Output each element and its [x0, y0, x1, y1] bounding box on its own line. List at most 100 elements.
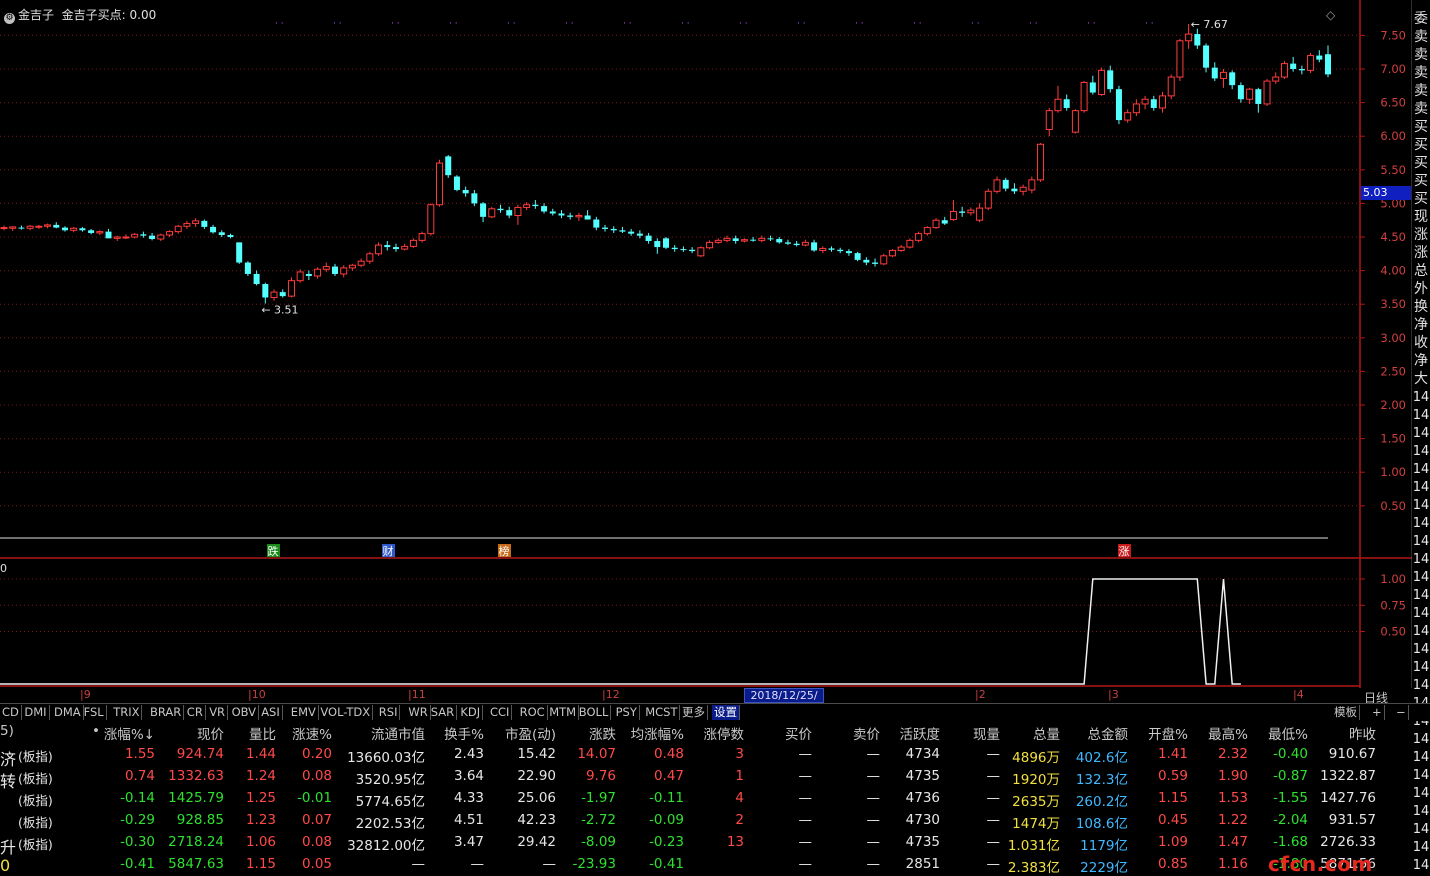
cell-avg: -0.23 — [649, 834, 684, 850]
column-header[interactable]: 买价 — [760, 723, 812, 743]
column-header[interactable]: 开盘% — [1134, 723, 1188, 743]
indicator-chart[interactable]: 1.00 0.75 0.50 0 — [0, 560, 1412, 688]
column-header[interactable]: 活跃度 — [886, 723, 941, 743]
candlestick — [1054, 85, 1062, 113]
cell-bid: — — [798, 812, 813, 828]
column-header[interactable]: 量比 — [230, 723, 276, 743]
candlestick — [401, 243, 409, 251]
table-row[interactable]: (板指) -0.29 928.85 1.23 0.07 2202.53亿 4.51 42.23… — [0, 809, 1412, 832]
indicator-tab-cd[interactable]: CD — [0, 705, 22, 720]
cell-open: 0.59 — [1157, 768, 1188, 784]
column-header[interactable]: 昨收 — [1312, 723, 1376, 743]
side-panel-label: 14 — [1412, 750, 1430, 765]
column-header[interactable]: 5) — [0, 723, 14, 739]
candle-body — [332, 266, 338, 274]
table-row[interactable]: (板指) -0.14 1425.79 1.25 -0.01 5774.65亿 4.33 25.… — [0, 787, 1412, 810]
candle-body — [35, 225, 43, 228]
column-header[interactable]: 最高% — [1194, 723, 1248, 743]
indicator-tab-boll[interactable]: BOLL — [577, 705, 612, 720]
column-header[interactable]: 卖价 — [830, 723, 880, 743]
column-header[interactable]: 涨停数 — [690, 723, 745, 743]
indicator-tab-asi[interactable]: ASI — [259, 705, 283, 720]
table-row[interactable]: 转 (板指) 0.74 1332.63 1.24 0.08 3520.95亿 3.64 22.9… — [0, 765, 1412, 791]
candlestick — [1028, 176, 1036, 194]
cell-avg: -0.41 — [649, 856, 684, 872]
indicator-tab-wr[interactable]: WR — [406, 705, 431, 720]
price-tick-label: 1.00 — [1380, 465, 1406, 479]
candle-body — [1107, 70, 1114, 90]
candle-body — [401, 245, 409, 250]
table-row[interactable]: 济 (板指) 1.55 924.74 1.44 0.20 13660.03亿 2.43 15.4… — [0, 743, 1412, 769]
column-header[interactable]: 流通市值 — [335, 723, 425, 743]
candle-body — [61, 227, 68, 231]
indicator-tab-mcst[interactable]: MCST — [643, 705, 681, 720]
indicator-tab-emv[interactable]: EMV — [289, 705, 319, 720]
cell-price: 1425.79 — [168, 790, 224, 806]
column-header[interactable]: 换手% — [430, 723, 484, 743]
cell-prev: 1322.87 — [1320, 768, 1376, 784]
candlestick — [0, 225, 8, 231]
table-row[interactable]: 升 (板指) -0.30 2718.24 1.06 0.08 32812.00亿 3.47 29… — [0, 831, 1412, 857]
cell-lim: 13 — [726, 834, 744, 850]
column-header[interactable]: 总量 — [1000, 723, 1060, 743]
column-header[interactable]: 最低% — [1250, 723, 1308, 743]
template-button[interactable]: 模板 — [1332, 705, 1360, 720]
candlestick — [1229, 70, 1236, 90]
indicator-tab-dmi[interactable]: DMI — [22, 705, 50, 720]
side-panel-label: 涨 — [1414, 245, 1428, 261]
indicator-tab-kdj[interactable]: KDJ — [458, 705, 484, 720]
indicator-tab-brar[interactable]: BRAR — [148, 705, 185, 720]
zoom-in-button[interactable]: + — [1370, 705, 1385, 720]
candlestick — [70, 226, 78, 233]
indicator-tab-cci[interactable]: CCI — [488, 705, 513, 720]
candlestick — [732, 235, 739, 244]
indicator-tab-psy[interactable]: PSY — [614, 705, 640, 720]
column-header[interactable]: 涨幅%↓ — [95, 723, 155, 743]
candle-body — [149, 235, 156, 240]
indicator-tab-obv[interactable]: OBV — [230, 705, 260, 720]
cell-price: 924.74 — [176, 746, 224, 762]
indicator-tab-设置[interactable]: 设置 — [712, 705, 740, 720]
indicator-tab-更多[interactable]: 更多 — [680, 705, 708, 720]
candle-body — [201, 220, 208, 227]
column-header[interactable]: 市盈(动) — [490, 723, 556, 743]
column-header[interactable]: 涨速% — [280, 723, 332, 743]
price-chart[interactable]: 7.507.006.506.005.505.004.504.003.503.00… — [0, 0, 1412, 560]
cell-pe: 29.42 — [517, 834, 556, 850]
column-header[interactable]: 现价 — [160, 723, 224, 743]
candlestick — [959, 206, 966, 217]
candlestick — [26, 224, 34, 231]
indicator-tab-rsi[interactable]: RSI — [377, 705, 401, 720]
indicator-tab-roc[interactable]: ROC — [518, 705, 548, 720]
candlestick — [602, 224, 609, 232]
candlestick — [253, 270, 260, 286]
candlestick — [837, 247, 844, 254]
indicator-tab-vol-tdx[interactable]: VOL-TDX — [318, 705, 374, 720]
indicator-tab-trix[interactable]: TRIX — [111, 705, 143, 720]
indicator-tab-fsl[interactable]: FSL — [82, 705, 107, 720]
candle-body — [375, 244, 383, 255]
candle-body — [663, 238, 669, 248]
indicator-tab-dma[interactable]: DMA — [52, 705, 84, 720]
column-header[interactable]: 总金额 — [1064, 723, 1129, 743]
indicator-tab-cr[interactable]: CR — [185, 705, 206, 720]
column-header[interactable]: 均涨幅% — [622, 723, 684, 743]
table-row[interactable]: 0 -0.41 5847.63 1.15 0.05 — — — -23.93 -0.41 — — 285… — [0, 853, 1412, 876]
side-panel-label: 14 — [1412, 804, 1430, 819]
zoom-out-button[interactable]: − — [1394, 705, 1409, 720]
candlestick — [218, 230, 225, 237]
candle-body — [105, 231, 112, 239]
indicator-tab-sar[interactable]: SAR — [429, 705, 458, 720]
event-mark: 跌 — [267, 544, 280, 558]
side-panel-label: 现 — [1414, 209, 1428, 225]
candle-body — [236, 242, 243, 263]
cell-sub: (板指) — [18, 771, 53, 786]
column-header[interactable]: 现量 — [950, 723, 1000, 743]
candle-body — [854, 253, 861, 260]
column-header[interactable]: 涨跌 — [560, 723, 616, 743]
candle-body — [384, 245, 391, 248]
indicator-tab-vr[interactable]: VR — [207, 705, 229, 720]
candlestick — [88, 228, 95, 235]
candlestick — [497, 204, 504, 213]
indicator-tab-mtm[interactable]: MTM — [547, 705, 580, 720]
